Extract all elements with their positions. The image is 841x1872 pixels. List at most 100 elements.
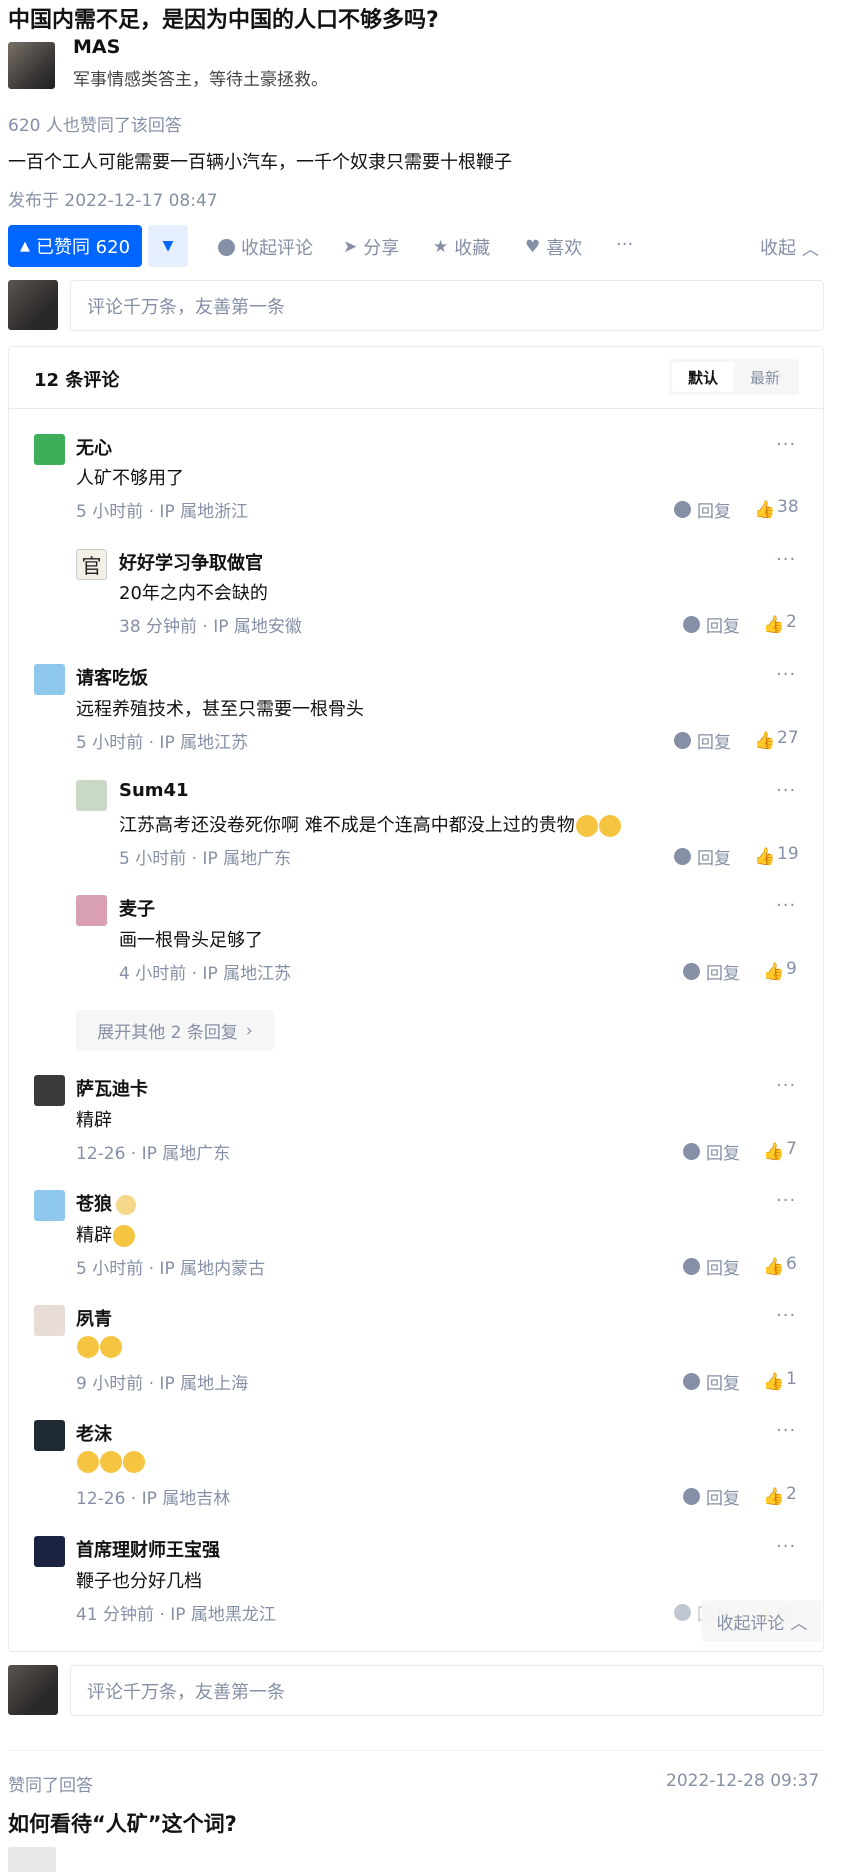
avatar[interactable] [34,1305,65,1336]
comment-text: 20年之内不会缺的 [119,583,268,604]
reply-button[interactable]: 回复 [674,497,731,522]
reply-button[interactable]: 回复 [683,1484,740,1509]
comment-more-button[interactable]: ··· [776,895,796,916]
author-avatar[interactable] [8,42,55,89]
comment-more-button[interactable]: ··· [776,1305,796,1326]
comment-author[interactable]: 好好学习争取做官 [119,549,263,575]
comment-bubble-icon [683,963,700,980]
comment-author[interactable]: 夙青 [76,1305,112,1331]
comment-author[interactable]: 萨瓦迪卡 [76,1075,148,1101]
zhihu-sticker-icon [100,1336,122,1358]
collapse-answer-button[interactable]: 收起 ︿ [760,234,819,260]
sort-latest-button[interactable]: 最新 [735,362,795,392]
comment-like-button[interactable]: 👍 2 [763,612,797,635]
comment-bubble-icon [674,732,691,749]
upvote-button[interactable]: ▲ 已赞同 620 [8,225,142,267]
comment-more-button[interactable]: ··· [776,549,796,570]
comment-like-button[interactable]: 👍 9 [763,959,797,982]
avatar[interactable] [34,1075,65,1106]
comment-more-button[interactable]: ··· [776,1075,796,1096]
panel-divider [9,408,823,409]
more-actions-label: ··· [616,234,634,255]
avatar[interactable] [34,434,65,465]
publish-time[interactable]: 发布于 2022-12-17 08:47 [8,186,218,211]
comment-author[interactable]: Sum41 [119,780,189,801]
upvote-arrow-icon: ▲ [19,238,30,254]
next-question-title[interactable]: 如何看待“人矿”这个词? [8,1808,237,1838]
comment-like-button[interactable]: 👍 1 [763,1369,797,1392]
comment-bubble-icon [683,1373,700,1390]
comment-more-button[interactable]: ··· [776,1536,796,1557]
thumbs-up-icon: 👍 [763,1371,785,1392]
comment-text: 画一根骨头足够了 [119,930,263,951]
avatar[interactable] [34,664,65,695]
downvote-button[interactable]: ▼ [148,225,188,267]
comment-input[interactable]: 评论千万条，友善第一条 [70,280,824,331]
comment-more-button[interactable]: ··· [776,780,796,801]
collapse-comments-button[interactable]: 收起评论 ︿ [702,1600,822,1642]
comment-text: 鞭子也分好几档 [76,1571,202,1592]
like-label: 喜欢 [546,238,583,259]
comment-toggle-label: 收起评论 [241,238,313,259]
collapse-answer-label: 收起 [760,238,796,259]
chevron-right-icon: › [245,1020,253,1041]
avatar[interactable] [8,1847,56,1872]
reply-button[interactable]: 回复 [674,728,731,753]
reply-button[interactable]: 回复 [683,612,740,637]
comment-bubble-icon [218,238,235,256]
like-button[interactable]: ♥ 喜欢 [525,234,582,260]
comment-like-button[interactable]: 👍 6 [763,1254,797,1277]
collect-button[interactable]: ★ 收藏 [433,234,490,260]
avatar[interactable] [34,1536,65,1567]
reply-button[interactable]: 回复 [683,959,740,984]
reply-button[interactable]: 回复 [683,1369,740,1394]
comment-meta: 5 小时前 · IP 属地江苏 [76,733,249,753]
comment-author[interactable]: 无心 [76,434,112,460]
comment-author[interactable]: 首席理财师王宝强 [76,1536,220,1562]
comment-like-button[interactable]: 👍 2 [763,1484,797,1507]
reply-button[interactable]: 回复 [683,1139,740,1164]
comment-like-button[interactable]: 👍 27 [754,728,799,751]
thinking-emoji-icon [598,815,621,837]
thumbs-up-icon: 👍 [763,1141,785,1162]
question-title[interactable]: 中国内需不足，是因为中国的人口不够多吗? [8,2,439,34]
comment-author[interactable]: 麦子 [119,895,155,921]
comment-bubble-icon [683,1258,700,1275]
like-count: 1 [786,1369,797,1389]
comment-more-button[interactable]: ··· [776,1420,796,1441]
avatar[interactable]: 官 [76,549,107,580]
comment-meta: 41 分钟前 · IP 属地黑龙江 [76,1605,276,1625]
comment-author[interactable]: 请客吃饭 [76,664,148,690]
comment-like-button[interactable]: 👍 19 [754,844,799,867]
comment-more-button[interactable]: ··· [776,434,796,455]
avatar[interactable] [76,895,107,926]
thumbs-up-icon: 👍 [763,614,785,635]
comment-author[interactable]: 老沫 [76,1420,112,1446]
reply-label: 回复 [697,502,731,522]
comment-like-button[interactable]: 👍 7 [763,1139,797,1162]
comment-toggle-button[interactable]: 收起评论 [218,234,313,260]
comment-bubble-icon [674,1604,691,1621]
comment-input[interactable]: 评论千万条，友善第一条 [70,1665,824,1716]
sort-default-button[interactable]: 默认 [672,362,734,392]
answer-text: 一百个工人可能需要一百辆小汽车，一千个奴隶只需要十根鞭子 [8,152,512,173]
comment-more-button[interactable]: ··· [776,1190,796,1211]
comment-like-button[interactable]: 👍 38 [754,497,799,520]
reply-button[interactable]: 回复 [683,1254,740,1279]
comment-more-button[interactable]: ··· [776,664,796,685]
author-name[interactable]: MAS [73,36,120,58]
comment-author[interactable]: 苍狼 [76,1190,136,1216]
grinning-emoji-icon [100,1451,122,1473]
avatar[interactable] [76,780,107,811]
reply-label: 回复 [706,1144,740,1164]
feed-divider [8,1750,824,1751]
more-actions-button[interactable]: ··· [616,234,633,255]
expand-replies-button[interactable]: 展开其他 2 条回复 › [76,1010,274,1051]
avatar[interactable] [34,1420,65,1451]
comment-meta: 38 分钟前 · IP 属地安徽 [119,617,302,637]
thumbs-up-emoji-icon [113,1225,135,1247]
avatar[interactable] [34,1190,65,1221]
reply-button[interactable]: 回复 [674,844,731,869]
star-icon: ★ [433,237,449,257]
share-button[interactable]: ➤ 分享 [343,234,399,260]
